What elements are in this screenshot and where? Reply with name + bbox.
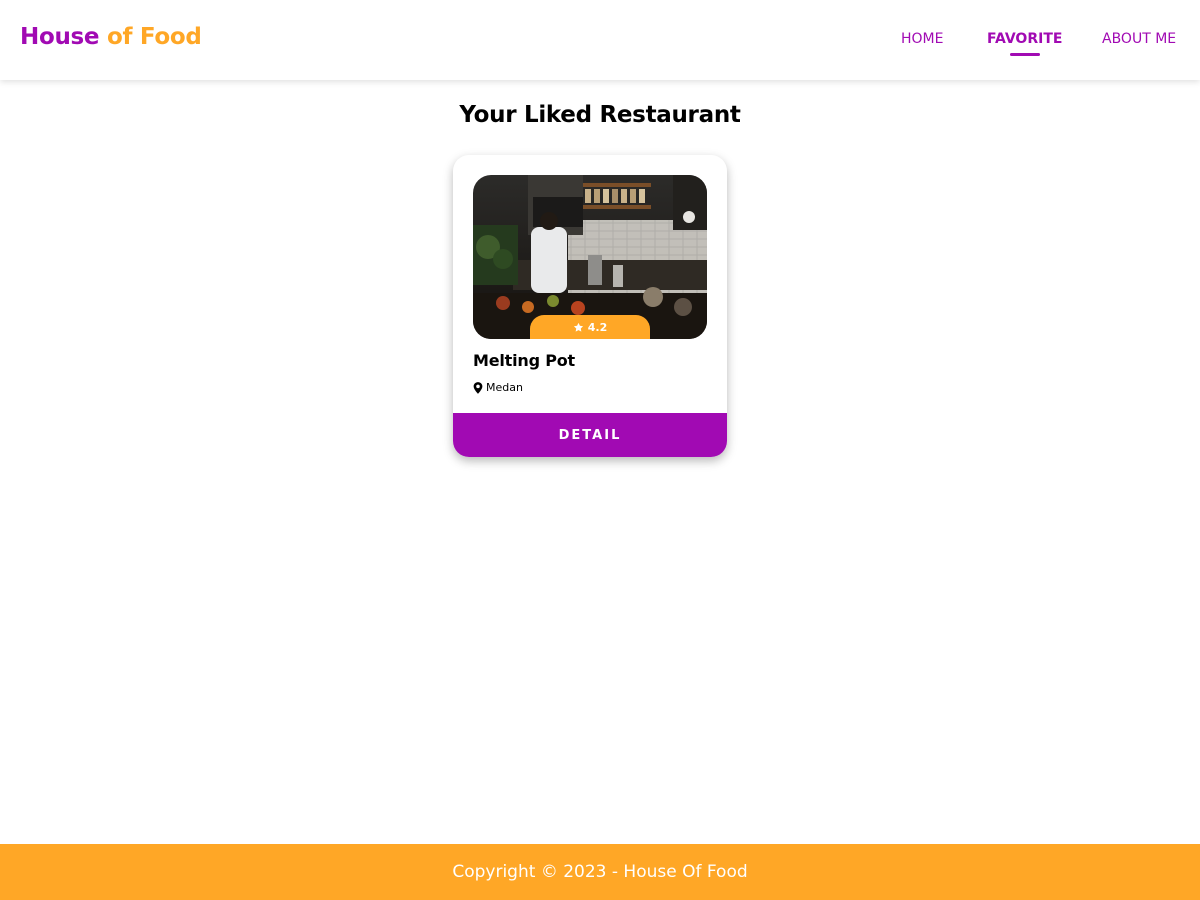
- restaurant-location: Medan: [473, 381, 523, 394]
- app-header: House of Food HOME FAVORITE ABOUT ME: [0, 0, 1200, 80]
- logo-house: House: [20, 24, 100, 50]
- restaurant-image: 4.2: [473, 175, 707, 339]
- logo-of-food: of Food: [106, 24, 202, 50]
- restaurant-city: Medan: [486, 381, 523, 394]
- detail-button[interactable]: DETAIL: [453, 413, 727, 457]
- map-pin-icon: [473, 381, 483, 394]
- nav-about-me[interactable]: ABOUT ME: [1102, 31, 1176, 47]
- restaurant-card: 4.2 Melting Pot Medan DETAIL: [453, 155, 727, 457]
- site-logo[interactable]: House of Food: [20, 24, 202, 50]
- page-footer: Copyright © 2023 - House Of Food: [0, 844, 1200, 900]
- nav-home[interactable]: HOME: [901, 31, 943, 47]
- restaurant-name: Melting Pot: [473, 351, 575, 370]
- active-nav-indicator: [1009, 53, 1040, 56]
- page-title: Your Liked Restaurant: [459, 102, 741, 128]
- rating-value: 4.2: [587, 320, 608, 334]
- copyright-text: Copyright © 2023 - House Of Food: [452, 862, 748, 882]
- nav-favorite-label: FAVORITE: [987, 31, 1063, 47]
- star-icon: [573, 322, 583, 332]
- nav-favorite[interactable]: FAVORITE: [987, 31, 1063, 56]
- rating-badge: 4.2: [530, 315, 650, 339]
